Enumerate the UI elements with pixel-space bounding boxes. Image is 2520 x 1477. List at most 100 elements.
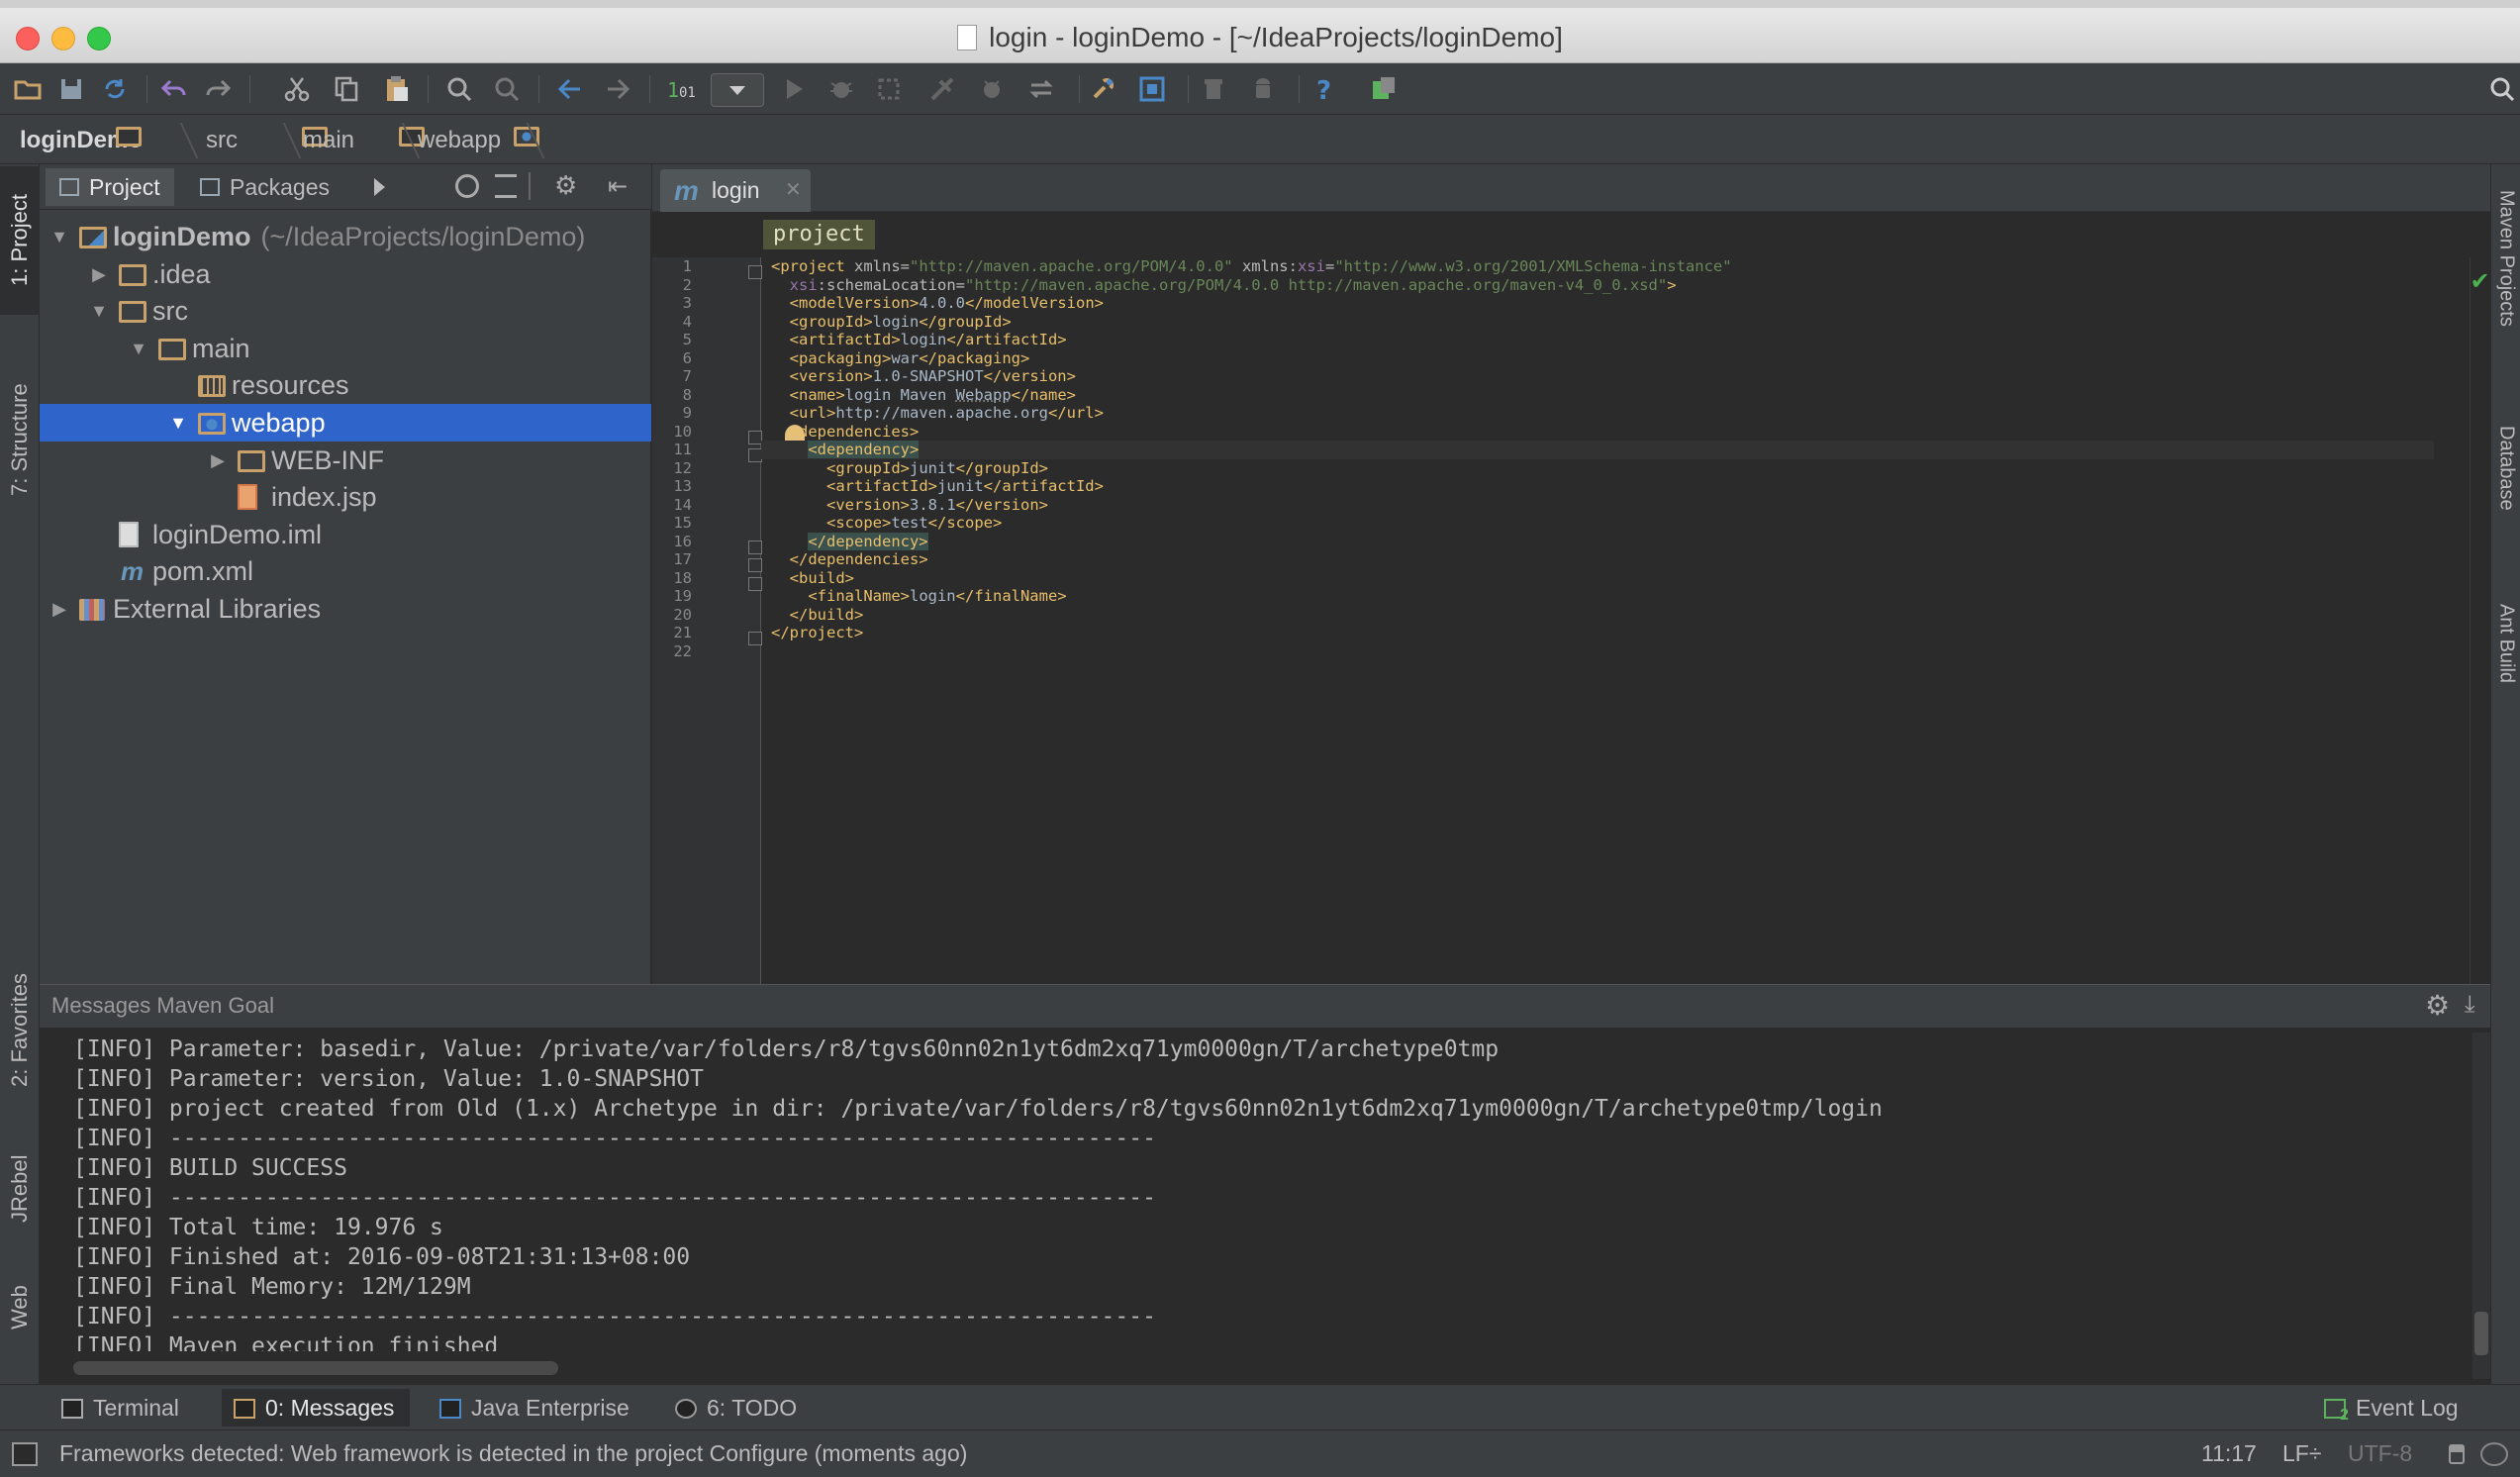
tool-tab-favorites[interactable]: 2: Favorites (0, 946, 40, 1115)
tool-tab-terminal[interactable]: Terminal (49, 1389, 195, 1427)
code-area[interactable]: <project xmlns="http://maven.apache.org/… (652, 257, 2470, 984)
xml-breadcrumb-tag[interactable]: project (763, 220, 875, 249)
cut-icon[interactable] (281, 73, 313, 105)
editor-scrollbar[interactable] (2470, 257, 2490, 984)
reload-icon[interactable] (1025, 73, 1057, 105)
collapsed-arrow-icon[interactable]: ▶ (49, 590, 69, 628)
make-project-icon[interactable]: 1 01 (665, 73, 697, 105)
status-message[interactable]: Frameworks detected: Web framework is de… (59, 1440, 967, 1467)
tree-item[interactable]: resources (40, 366, 651, 404)
expanded-arrow-icon[interactable]: ▼ (89, 292, 109, 330)
document-icon (957, 25, 978, 50)
find-icon[interactable] (443, 73, 475, 105)
tool-tab-event-log[interactable]: 2 Event Log (2312, 1389, 2474, 1427)
tree-item[interactable]: m pom.xml (40, 552, 651, 590)
search-everywhere-icon[interactable] (2486, 73, 2518, 105)
editor-tab-login[interactable]: m login ✕ (660, 169, 811, 212)
tree-item[interactable]: index.jsp (40, 478, 651, 516)
paste-icon[interactable] (380, 73, 412, 105)
breadcrumb-label: webapp (418, 127, 502, 153)
settings-icon[interactable] (1087, 73, 1118, 105)
save-icon[interactable] (55, 73, 87, 105)
tree-item-text: loginDemo (~/IdeaProjects/loginDemo) (113, 218, 585, 255)
breadcrumb-src[interactable]: src (206, 127, 328, 154)
more-tabs-icon[interactable] (374, 178, 385, 196)
scroll-from-source-icon[interactable] (455, 174, 479, 198)
gear-icon[interactable]: ⚙ (554, 170, 577, 201)
undo-icon[interactable] (158, 73, 190, 105)
tool-tab-project[interactable]: 1: Project (0, 166, 40, 315)
open-folder-icon[interactable] (12, 73, 44, 105)
tab-project[interactable]: Project (46, 168, 174, 206)
inspector-icon[interactable] (2480, 1442, 2508, 1466)
android-icon[interactable] (1247, 73, 1279, 105)
tool-tab-messages[interactable]: 0: Messages (222, 1389, 411, 1427)
messages-output[interactable]: [INFO] Parameter: basedir, Value: /priva… (73, 1034, 2469, 1351)
tab-packages[interactable]: Packages (186, 168, 343, 206)
tree-item-label: resources (232, 370, 349, 401)
hide-panel-icon[interactable]: ⤓ (2465, 991, 2475, 1019)
collapsed-arrow-icon[interactable]: ▶ (89, 255, 109, 293)
help-icon[interactable]: ? (1308, 73, 1340, 106)
file-encoding[interactable]: UTF-8 (2348, 1440, 2412, 1467)
jsp-file-icon (238, 484, 257, 511)
title-bar: login - loginDemo - [~/IdeaProjects/logi… (0, 8, 2520, 63)
menu-bar (0, 0, 2520, 8)
tool-tab-maven-projects[interactable]: Maven Projects (2491, 190, 2520, 388)
tree-item[interactable]: ▶ WEB-INF (40, 442, 651, 479)
breadcrumb-webapp[interactable]: webapp (418, 127, 539, 154)
forward-icon[interactable] (602, 73, 633, 105)
breadcrumb-logindemo[interactable]: loginDemo (20, 127, 143, 154)
tree-item[interactable]: ▶ External Libraries (40, 590, 651, 628)
tool-tab-ant-build[interactable]: Ant Build (2491, 604, 2520, 742)
tree-item[interactable]: ▼ webapp (40, 404, 651, 442)
tool-tab-database[interactable]: Database (2491, 426, 2520, 564)
line-separator[interactable]: LF÷ (2282, 1440, 2321, 1467)
sync-icon[interactable] (99, 73, 131, 105)
tree-item[interactable]: loginDemo.iml (40, 516, 651, 553)
jrebel-icon[interactable] (1368, 73, 1400, 105)
tree-item[interactable]: ▼ main (40, 330, 651, 367)
replace-icon[interactable] (491, 73, 523, 105)
inspection-ok-icon[interactable]: ✔ (2470, 267, 2490, 296)
tool-tab-jrebel[interactable]: JRebel (0, 1134, 40, 1243)
back-icon[interactable] (554, 73, 586, 105)
horizontal-scrollbar[interactable] (73, 1361, 558, 1375)
lock-icon[interactable] (2449, 1444, 2465, 1464)
current-line-highlight (761, 441, 2434, 459)
run-config-dropdown[interactable] (711, 73, 764, 107)
redo-icon[interactable] (202, 73, 234, 105)
coverage-icon[interactable] (873, 73, 905, 105)
run-icon[interactable] (778, 73, 810, 105)
code-line: </build> (789, 605, 864, 624)
debug-icon[interactable] (825, 73, 857, 105)
collapse-all-icon[interactable] (495, 174, 517, 198)
tool-tab-java-enterprise[interactable]: Java Enterprise (428, 1389, 645, 1427)
tool-tab-label: Database (2495, 426, 2518, 511)
project-structure-icon[interactable] (1136, 73, 1168, 105)
tree-item[interactable]: ▼ loginDemo (~/IdeaProjects/loginDemo) (40, 218, 651, 255)
close-tab-icon[interactable]: ✕ (785, 169, 802, 212)
collapsed-arrow-icon[interactable]: ▶ (208, 442, 228, 479)
hotswap-icon[interactable] (976, 73, 1008, 105)
copy-icon[interactable] (331, 73, 362, 105)
svg-text:1: 1 (667, 78, 679, 102)
profile-icon[interactable] (926, 73, 958, 105)
message-line: [INFO] Maven execution finished (73, 1333, 499, 1351)
window-title: login - loginDemo - [~/IdeaProjects/logi… (989, 22, 1563, 52)
tool-tab-todo[interactable]: 6: TODO (663, 1389, 813, 1427)
hide-panel-icon[interactable]: ⇤ (608, 172, 628, 201)
tool-tab-structure[interactable]: 7: Structure (0, 350, 40, 529)
gear-icon[interactable]: ⚙ (2425, 989, 2450, 1022)
expanded-arrow-icon[interactable]: ▼ (129, 330, 148, 367)
tree-item[interactable]: ▼ src (40, 292, 651, 330)
caret-position[interactable]: 11:17 (2201, 1440, 2257, 1467)
breadcrumb-main[interactable]: main (303, 127, 425, 154)
sdk-manager-icon[interactable] (1198, 73, 1229, 105)
tree-item[interactable]: ▶ .idea (40, 255, 651, 293)
expanded-arrow-icon[interactable]: ▼ (168, 404, 188, 442)
scrollbar-thumb[interactable] (2474, 1312, 2488, 1355)
tool-tab-web[interactable]: Web (0, 1263, 40, 1352)
toggle-tool-windows-icon[interactable] (12, 1442, 38, 1466)
expanded-arrow-icon[interactable]: ▼ (49, 218, 69, 255)
